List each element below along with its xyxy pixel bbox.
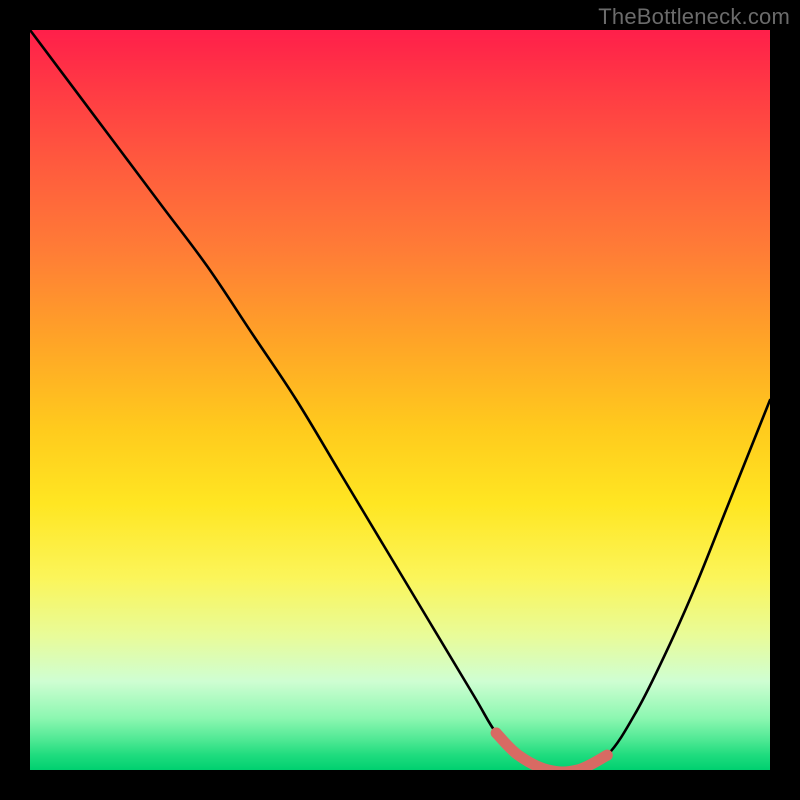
chart-frame: TheBottleneck.com — [0, 0, 800, 800]
bottleneck-curve — [30, 30, 770, 770]
optimal-range-highlight — [496, 733, 607, 770]
watermark-text: TheBottleneck.com — [598, 4, 790, 30]
plot-area — [30, 30, 770, 770]
optimal-range-end-dot — [602, 750, 613, 761]
optimal-range-start-dot — [491, 728, 502, 739]
curve-layer — [30, 30, 770, 770]
